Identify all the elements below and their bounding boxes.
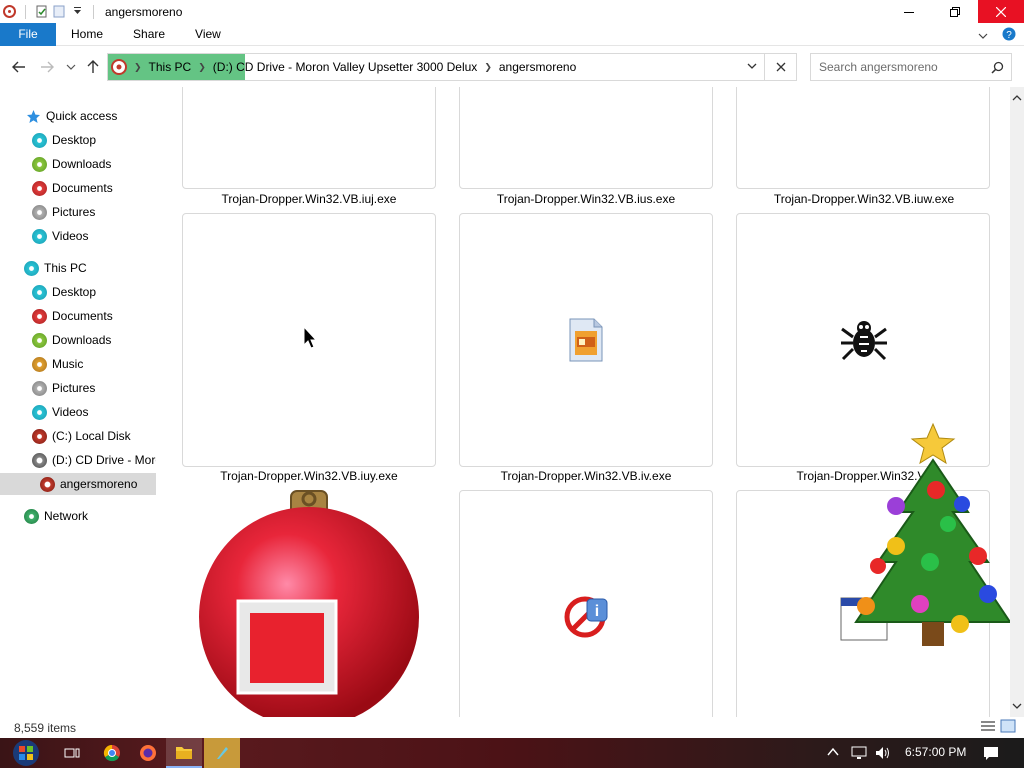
file-tile[interactable]: i bbox=[459, 490, 713, 717]
nav-network[interactable]: Network bbox=[24, 505, 180, 527]
chevron-right-icon[interactable]: ❯ bbox=[481, 62, 495, 73]
back-button[interactable] bbox=[11, 59, 27, 75]
nav-this-pc[interactable]: This PC bbox=[24, 257, 180, 279]
document-file-icon bbox=[568, 317, 604, 366]
minimize-button[interactable] bbox=[886, 0, 932, 23]
svg-text:i: i bbox=[595, 603, 599, 620]
mouse-cursor-icon bbox=[303, 325, 318, 353]
pictures-icon bbox=[32, 380, 47, 396]
vertical-scrollbar[interactable] bbox=[1010, 87, 1024, 717]
file-tile[interactable] bbox=[459, 87, 713, 189]
tab-view[interactable]: View bbox=[180, 23, 236, 46]
file-name[interactable]: Trojan-Dropper.Win32.VB.ius.exe bbox=[456, 192, 716, 206]
christmas-ornament-icon bbox=[198, 487, 420, 717]
chrome-icon[interactable] bbox=[94, 738, 130, 768]
documents-icon bbox=[32, 308, 47, 324]
music-icon bbox=[32, 356, 47, 372]
navigation-pane: Quick access Desktop Downloads Documents… bbox=[0, 87, 185, 717]
network-icon bbox=[24, 508, 39, 524]
new-folder-icon[interactable] bbox=[53, 5, 66, 18]
up-button[interactable] bbox=[85, 59, 101, 75]
search-input[interactable]: Search angersmoreno bbox=[810, 53, 1012, 81]
cd-drive-icon bbox=[32, 452, 47, 468]
close-button[interactable] bbox=[978, 0, 1024, 23]
file-explorer-icon[interactable] bbox=[166, 738, 202, 768]
network-tray-icon[interactable] bbox=[850, 745, 868, 764]
help-icon[interactable]: ? bbox=[1002, 27, 1016, 44]
file-name[interactable]: Trojan-Dropper.Win32.VB.iv.exe bbox=[456, 469, 716, 483]
large-icons-view-icon[interactable] bbox=[1000, 719, 1016, 736]
item-count: 8,559 items bbox=[14, 721, 77, 735]
star-icon bbox=[26, 109, 41, 124]
search-placeholder: Search angersmoreno bbox=[819, 60, 938, 74]
desktop-icon bbox=[32, 284, 47, 300]
maximize-button[interactable] bbox=[932, 0, 978, 23]
desktop-icon bbox=[32, 132, 47, 148]
file-name[interactable]: Trojan-Dropper.Win32.VB.iuw.exe bbox=[734, 192, 994, 206]
chevron-right-icon[interactable]: ❯ bbox=[131, 62, 145, 73]
firefox-icon[interactable] bbox=[130, 738, 166, 768]
title-bar: angersmoreno bbox=[0, 0, 1024, 23]
file-name[interactable]: Trojan-Dropper.Win32.VB.iuj.exe bbox=[179, 192, 439, 206]
scroll-up-icon[interactable] bbox=[1012, 91, 1022, 105]
file-tile[interactable] bbox=[736, 87, 990, 189]
tab-file[interactable]: File bbox=[0, 22, 56, 46]
breadcrumb-cd-drive[interactable]: (D:) CD Drive - Moron Valley Upsetter 30… bbox=[209, 60, 482, 74]
start-button[interactable] bbox=[6, 738, 46, 768]
forward-button[interactable] bbox=[39, 59, 55, 75]
folder-icon bbox=[40, 476, 55, 492]
expand-ribbon-icon[interactable] bbox=[978, 29, 988, 43]
spider-bug-icon bbox=[840, 317, 888, 366]
videos-icon bbox=[32, 404, 47, 420]
videos-icon bbox=[32, 228, 47, 244]
address-dropdown-icon[interactable] bbox=[746, 60, 758, 75]
app-icon[interactable] bbox=[204, 738, 240, 768]
recent-locations-button[interactable] bbox=[63, 59, 79, 75]
address-row: ❯ This PC ❯ (D:) CD Drive - Moron Valley… bbox=[0, 47, 1024, 87]
breadcrumb-this-pc[interactable]: This PC bbox=[145, 60, 196, 74]
tab-share[interactable]: Share bbox=[118, 23, 180, 46]
no-entry-app-icon: i bbox=[563, 593, 611, 642]
clear-address-button[interactable] bbox=[764, 54, 796, 80]
customize-quick-access-icon[interactable] bbox=[71, 5, 84, 18]
volume-icon[interactable] bbox=[874, 745, 892, 764]
svg-text:?: ? bbox=[1006, 30, 1012, 41]
downloads-icon bbox=[32, 156, 47, 172]
taskbar: 6:57:00 PM bbox=[0, 738, 1024, 768]
nav-cd-drive-d[interactable]: (D:) CD Drive - Moron Valley Upsetter 30… bbox=[32, 449, 156, 471]
local-disk-icon bbox=[32, 428, 47, 444]
this-pc-icon bbox=[24, 260, 39, 276]
window-title: angersmoreno bbox=[105, 4, 183, 19]
properties-icon[interactable] bbox=[35, 5, 48, 18]
cd-drive-icon bbox=[3, 5, 16, 18]
drive-icon bbox=[111, 59, 127, 75]
details-view-icon[interactable] bbox=[980, 719, 996, 736]
taskbar-clock[interactable]: 6:57:00 PM bbox=[905, 745, 966, 759]
nav-angersmoreno[interactable]: angersmoreno bbox=[0, 473, 156, 495]
status-bar: 8,559 items bbox=[0, 717, 1024, 738]
file-tile[interactable] bbox=[459, 213, 713, 467]
search-icon[interactable] bbox=[991, 61, 1004, 77]
file-name[interactable]: Trojan-Dropper.Win32.VB.iuy.exe bbox=[179, 469, 439, 483]
show-hidden-icons-icon[interactable] bbox=[826, 745, 840, 762]
chevron-right-icon[interactable]: ❯ bbox=[195, 62, 209, 73]
scroll-down-icon[interactable] bbox=[1012, 699, 1022, 713]
notifications-icon[interactable] bbox=[983, 745, 999, 764]
address-bar[interactable]: ❯ This PC ❯ (D:) CD Drive - Moron Valley… bbox=[107, 53, 797, 81]
christmas-tree-icon bbox=[838, 422, 1024, 665]
breadcrumb-current-folder[interactable]: angersmoreno bbox=[495, 60, 580, 74]
pictures-icon bbox=[32, 204, 47, 220]
downloads-icon bbox=[32, 332, 47, 348]
task-view-icon[interactable] bbox=[54, 738, 90, 768]
tab-home[interactable]: Home bbox=[56, 23, 118, 46]
ribbon-tabs: File Home Share View ? bbox=[0, 22, 1024, 46]
documents-icon bbox=[32, 180, 47, 196]
file-tile[interactable] bbox=[182, 87, 436, 189]
